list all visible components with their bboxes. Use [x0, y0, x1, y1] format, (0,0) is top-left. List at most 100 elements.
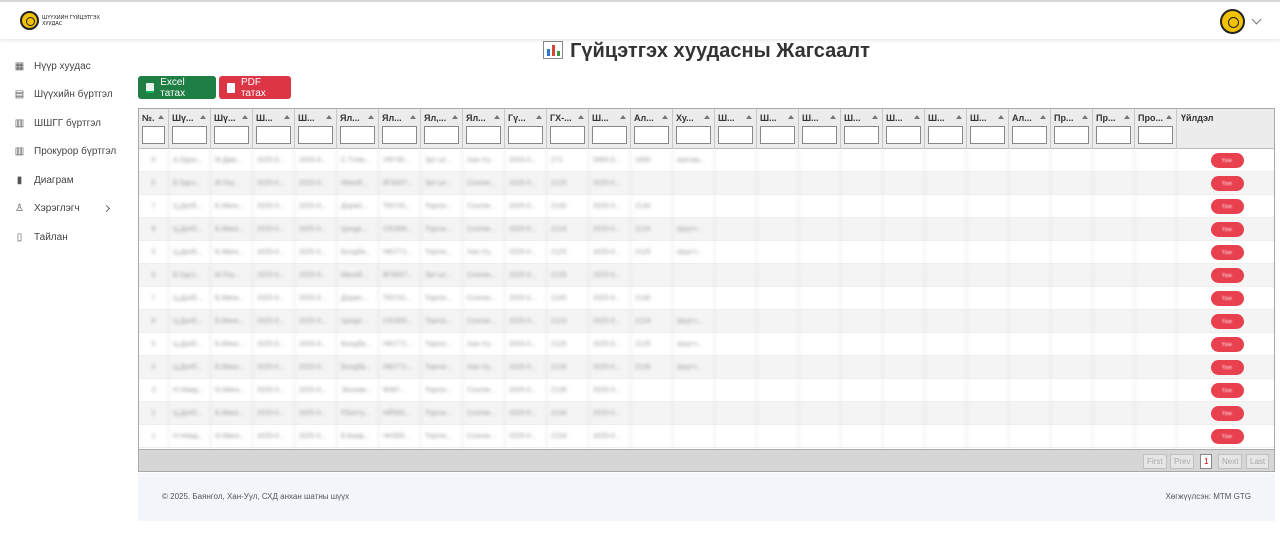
sort-arrow-icon[interactable]	[1082, 115, 1088, 119]
sort-arrow-icon[interactable]	[1124, 115, 1130, 119]
column-filter-input[interactable]	[550, 126, 585, 144]
column-filter-input[interactable]	[1096, 126, 1131, 144]
sort-arrow-icon[interactable]	[872, 115, 878, 119]
column-header[interactable]: Ш...	[967, 109, 1009, 149]
last-page-button[interactable]: Last	[1246, 454, 1270, 469]
column-header[interactable]: Ш...	[883, 109, 925, 149]
column-filter-input[interactable]	[634, 126, 669, 144]
table-row[interactable]: 8 Ц.Дэлб... Б.Мөнх... 2025-0... 2025-0... Цэн…	[139, 218, 1274, 241]
sidebar-item-1[interactable]: ▤ Шүүхийн бүртгэл	[0, 81, 130, 110]
column-filter-input[interactable]	[298, 126, 333, 144]
sidebar-item-3[interactable]: ▥ Прокурор бүртгэл	[0, 138, 130, 167]
column-header[interactable]: Ш...	[715, 109, 757, 149]
sort-arrow-icon[interactable]	[1040, 115, 1046, 119]
column-filter-input[interactable]	[340, 126, 375, 144]
table-row[interactable]: 4 Ц.Дэлб... Б.Мөнх... 2025-0... 2025-0... Бол…	[139, 356, 1274, 379]
column-header[interactable]: Ш...	[295, 109, 337, 149]
sort-arrow-icon[interactable]	[578, 115, 584, 119]
column-filter-input[interactable]	[886, 126, 921, 144]
column-header[interactable]: Ш...	[589, 109, 631, 149]
sort-arrow-icon[interactable]	[368, 115, 374, 119]
column-filter-input[interactable]	[718, 126, 753, 144]
prev-page-button[interactable]: Prev	[1170, 454, 1195, 469]
column-filter-input[interactable]	[676, 126, 711, 144]
column-header[interactable]: Ял,...	[421, 109, 463, 149]
column-filter-input[interactable]	[592, 126, 627, 144]
column-header[interactable]: Ял...	[379, 109, 421, 149]
sort-arrow-icon[interactable]	[746, 115, 752, 119]
column-header[interactable]: Гү...	[505, 109, 547, 149]
view-button[interactable]: Үзэх	[1210, 245, 1244, 260]
column-filter-input[interactable]	[142, 126, 165, 144]
view-button[interactable]: Үзэх	[1210, 268, 1244, 283]
table-row[interactable]: 7 Ц.Дэлб... Б.Мөнх... 2025-0... 2025-0... Дор…	[139, 287, 1274, 310]
column-header[interactable]: Ял...	[337, 109, 379, 149]
table-row[interactable]: 5 Ц.Дэлб... Б.Мөнх... 2025-0... 2025-0... Бол…	[139, 241, 1274, 264]
view-button[interactable]: Үзэх	[1210, 199, 1244, 214]
column-filter-input[interactable]	[1054, 126, 1089, 144]
column-header[interactable]: Ш...	[925, 109, 967, 149]
chevron-right-icon[interactable]	[102, 204, 111, 212]
first-page-button[interactable]: First	[1143, 454, 1167, 469]
column-header[interactable]: Ш...	[841, 109, 883, 149]
sort-arrow-icon[interactable]	[1166, 115, 1172, 119]
table-row[interactable]: 3 Н.Нямд... О.Мөнх... 2025-0... 2025-0... Ээл…	[139, 379, 1274, 402]
sidebar-item-5[interactable]: ♙ Хэрэглэгч	[0, 195, 130, 224]
column-header[interactable]: Шү...	[211, 109, 253, 149]
sort-arrow-icon[interactable]	[704, 115, 710, 119]
column-header[interactable]: Про...	[1135, 109, 1177, 149]
brand-logo[interactable]: ШҮҮХИЙН ГҮЙЦЭТГЭХ ХУУДАС	[20, 11, 102, 30]
column-filter-input[interactable]	[1138, 126, 1173, 144]
sort-arrow-icon[interactable]	[452, 115, 458, 119]
column-header[interactable]: Пр...	[1051, 109, 1093, 149]
view-button[interactable]: Үзэх	[1210, 383, 1244, 398]
table-row[interactable]: 1 Н.Нямд... О.Мөнх... 2025-0... 2025-0... Б.Б…	[139, 425, 1274, 448]
sort-arrow-icon[interactable]	[956, 115, 962, 119]
column-filter-input[interactable]	[466, 126, 501, 144]
sort-arrow-icon[interactable]	[536, 115, 542, 119]
sidebar-item-2[interactable]: ▥ ШШГГ бүртгэл	[0, 109, 130, 138]
sort-arrow-icon[interactable]	[200, 115, 206, 119]
view-button[interactable]: Үзэх	[1210, 406, 1244, 421]
view-button[interactable]: Үзэх	[1210, 222, 1244, 237]
view-button[interactable]: Үзэх	[1210, 176, 1244, 191]
sort-arrow-icon[interactable]	[410, 115, 416, 119]
user-avatar[interactable]	[1220, 9, 1245, 34]
column-header[interactable]: №...	[139, 109, 169, 149]
sort-arrow-icon[interactable]	[620, 115, 626, 119]
column-header[interactable]: Ал...	[1009, 109, 1051, 149]
sort-arrow-icon[interactable]	[242, 115, 248, 119]
column-header[interactable]: ГХ-...	[547, 109, 589, 149]
column-header[interactable]: Пр...	[1093, 109, 1135, 149]
sort-arrow-icon[interactable]	[788, 115, 794, 119]
column-filter-input[interactable]	[424, 126, 459, 144]
table-row[interactable]: 6 Б.Одгэ... М.Лхү... 2025-0... 2025-0... Мөнх…	[139, 264, 1274, 287]
view-button[interactable]: Үзэх	[1210, 429, 1244, 444]
column-header[interactable]: Ш...	[799, 109, 841, 149]
sort-arrow-icon[interactable]	[662, 115, 668, 119]
view-button[interactable]: Үзэх	[1210, 291, 1244, 306]
table-row[interactable]: 6 А.Одон... М.Дам... 2025-0... 2025-0... С.Тэ…	[139, 149, 1274, 172]
column-filter-input[interactable]	[928, 126, 963, 144]
column-filter-input[interactable]	[844, 126, 879, 144]
pdf-export-button[interactable]: PDF татах	[219, 76, 291, 99]
column-header[interactable]: Ял...	[463, 109, 505, 149]
view-button[interactable]: Үзэх	[1210, 360, 1244, 375]
column-filter-input[interactable]	[382, 126, 417, 144]
column-header[interactable]: Ш...	[757, 109, 799, 149]
column-filter-input[interactable]	[172, 126, 207, 144]
sort-arrow-icon[interactable]	[998, 115, 1004, 119]
sidebar-item-4[interactable]: ▮ Диаграм	[0, 166, 130, 195]
table-row[interactable]: 2 Ц.Дэлб... Б.Мөнх... 2025-0... 2025-0... Р.Б…	[139, 402, 1274, 425]
column-filter-input[interactable]	[970, 126, 1005, 144]
sort-arrow-icon[interactable]	[284, 115, 290, 119]
column-filter-input[interactable]	[802, 126, 837, 144]
column-header[interactable]: Шү...	[169, 109, 211, 149]
view-button[interactable]: Үзэх	[1210, 153, 1244, 168]
table-row[interactable]: 8 Ц.Дэлб... Б.Мөнх... 2025-0... 2025-0... Цэн…	[139, 310, 1274, 333]
table-row[interactable]: 5 Ц.Дэлб... Б.Мөнх... 2025-0... 2025-0... Бол…	[139, 333, 1274, 356]
column-filter-input[interactable]	[508, 126, 543, 144]
page-1-button[interactable]: 1	[1200, 454, 1213, 469]
sort-arrow-icon[interactable]	[326, 115, 332, 119]
table-row[interactable]: 5 Б.Одгэ... М.Лхү... 2025-0... 2025-0... Мөнх…	[139, 172, 1274, 195]
